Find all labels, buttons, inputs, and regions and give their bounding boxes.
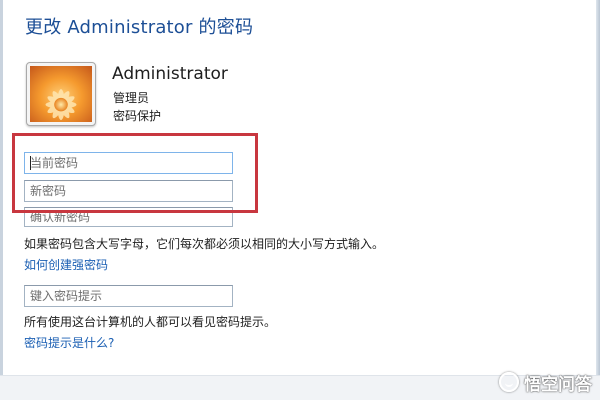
password-protected-label: 密码保护 — [113, 109, 162, 123]
window-right-edge — [596, 0, 600, 400]
what-is-password-hint-link[interactable]: 密码提示是什么? — [24, 334, 114, 351]
user-role: 管理员 — [113, 91, 150, 105]
wukong-logo-icon — [499, 372, 519, 392]
watermark-text: 悟空问答 — [524, 374, 592, 395]
create-strong-password-link[interactable]: 如何创建强密码 — [24, 256, 108, 273]
page-title: 更改 Administrator 的密码 — [25, 17, 254, 38]
flower-avatar-icon — [30, 66, 92, 122]
change-password-window: 更改 Administrator 的密码 Administrator 管理员 密… — [0, 0, 600, 400]
user-avatar — [26, 62, 96, 126]
password-hint-input[interactable] — [24, 285, 233, 307]
user-name: Administrator — [112, 64, 228, 84]
watermark: 悟空问答 — [499, 369, 592, 395]
case-sensitivity-note: 如果密码包含大写字母，它们每次都必须以相同的大小写方式输入。 — [24, 237, 385, 251]
window-left-edge — [0, 0, 3, 400]
highlight-annotation-box — [12, 133, 258, 213]
hint-visibility-note: 所有使用这台计算机的人都可以看见密码提示。 — [24, 315, 277, 329]
